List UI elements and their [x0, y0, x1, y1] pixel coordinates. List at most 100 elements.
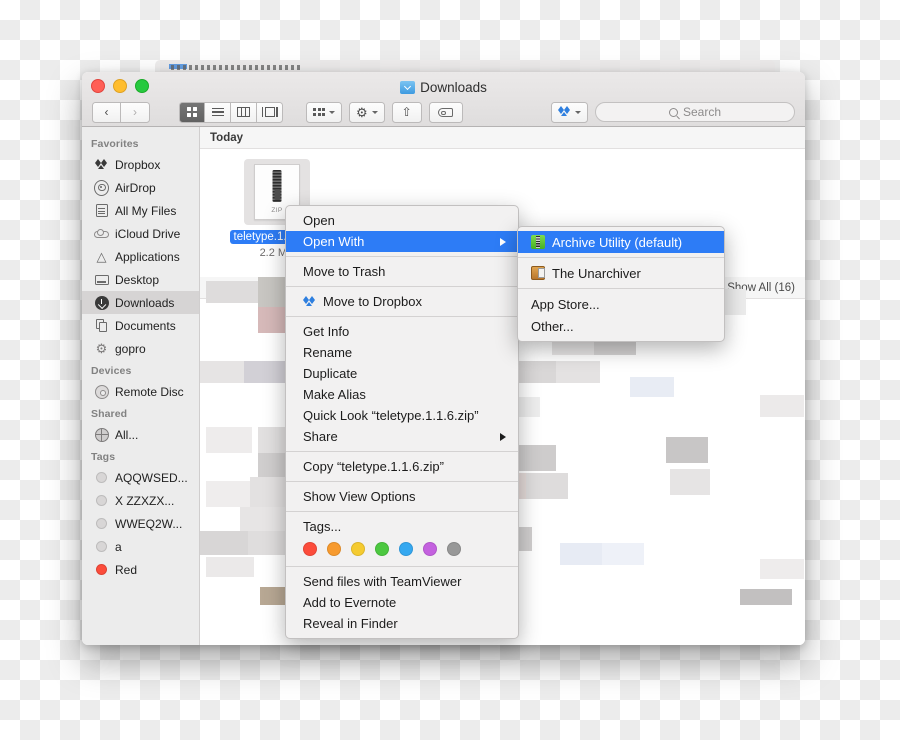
- sidebar-item-tag-wweq2w[interactable]: WWEQ2W...: [82, 512, 199, 535]
- archive-utility-icon: [531, 235, 545, 249]
- list-view-button[interactable]: [205, 102, 231, 123]
- menu-item-add-to-evernote[interactable]: Add to Evernote: [286, 592, 518, 613]
- tag-swatch-green[interactable]: [375, 542, 389, 556]
- tag-dot-icon: [94, 562, 109, 577]
- sidebar-section-devices-header: Devices: [82, 360, 199, 380]
- section-title: Today: [210, 132, 243, 144]
- sidebar-item-tag-a[interactable]: a: [82, 535, 199, 558]
- tag-swatch-purple[interactable]: [423, 542, 437, 556]
- sidebar-item-dropbox[interactable]: Dropbox: [82, 153, 199, 176]
- menu-item-label: Quick Look “teletype.1.1.6.zip”: [303, 408, 479, 423]
- sidebar-item-label: Dropbox: [115, 158, 160, 172]
- menu-item-label: Send files with TeamViewer: [303, 574, 462, 589]
- tag-dot-icon: [94, 516, 109, 531]
- globe-icon: [94, 427, 109, 442]
- sidebar-item-label: WWEQ2W...: [115, 517, 182, 531]
- dropbox-toolbar-button[interactable]: [551, 102, 588, 123]
- menu-item-open-with[interactable]: Open With: [286, 231, 518, 252]
- background-window-text: [171, 65, 301, 70]
- menu-item-show-view-options[interactable]: Show View Options: [286, 486, 518, 507]
- disc-icon: [94, 384, 109, 399]
- menu-item-open[interactable]: Open: [286, 210, 518, 231]
- applications-icon: △: [94, 249, 109, 264]
- sidebar-item-gopro[interactable]: ⚙ gopro: [82, 337, 199, 360]
- tag-swatch-orange[interactable]: [327, 542, 341, 556]
- sidebar-item-label: a: [115, 540, 122, 554]
- menu-separator: [518, 288, 724, 289]
- submenu-item-label: Other...: [531, 319, 574, 334]
- menu-item-duplicate[interactable]: Duplicate: [286, 363, 518, 384]
- tag-dot-icon: [94, 539, 109, 554]
- menu-item-copy[interactable]: Copy “teletype.1.1.6.zip”: [286, 456, 518, 477]
- airdrop-icon: [94, 180, 109, 195]
- submenu-item-label: App Store...: [531, 297, 600, 312]
- sidebar-item-applications[interactable]: △ Applications: [82, 245, 199, 268]
- menu-separator: [286, 481, 518, 482]
- menu-item-label: Add to Evernote: [303, 595, 396, 610]
- tag-swatch-red[interactable]: [303, 542, 317, 556]
- submenu-item-archive-utility[interactable]: Archive Utility (default): [518, 231, 724, 253]
- menu-item-label: Share: [303, 429, 338, 444]
- tag-swatch-yellow[interactable]: [351, 542, 365, 556]
- sidebar-item-remote-disc[interactable]: Remote Disc: [82, 380, 199, 403]
- arrange-by-button[interactable]: [306, 102, 342, 123]
- share-button[interactable]: ⇧: [392, 102, 422, 123]
- finder-sidebar: Favorites Dropbox AirDrop All My Files i…: [82, 127, 200, 645]
- column-view-button[interactable]: [231, 102, 257, 123]
- submenu-item-label: The Unarchiver: [552, 266, 641, 281]
- menu-item-get-info[interactable]: Get Info: [286, 321, 518, 342]
- search-icon: [669, 108, 678, 117]
- sidebar-item-tag-red[interactable]: Red: [82, 558, 199, 581]
- dropbox-icon: [558, 106, 571, 118]
- submenu-item-the-unarchiver[interactable]: The Unarchiver: [518, 262, 724, 284]
- submenu-item-other[interactable]: Other...: [518, 315, 724, 337]
- menu-item-move-to-dropbox[interactable]: Move to Dropbox: [286, 291, 518, 312]
- action-menu-button[interactable]: ⚙: [349, 102, 385, 123]
- forward-button[interactable]: ›: [121, 102, 150, 123]
- sidebar-item-icloud-drive[interactable]: iCloud Drive: [82, 222, 199, 245]
- menu-separator: [286, 511, 518, 512]
- menu-item-label: Get Info: [303, 324, 349, 339]
- sidebar-item-tag-x-zzxzx[interactable]: X ZZXZX...: [82, 489, 199, 512]
- sidebar-item-label: Remote Disc: [115, 385, 184, 399]
- menu-separator: [286, 316, 518, 317]
- sidebar-item-all-my-files[interactable]: All My Files: [82, 199, 199, 222]
- sidebar-item-label: AQQWSED...: [115, 471, 188, 485]
- sidebar-item-documents[interactable]: Documents: [82, 314, 199, 337]
- downloads-icon: [94, 295, 109, 310]
- menu-item-share[interactable]: Share: [286, 426, 518, 447]
- menu-item-rename[interactable]: Rename: [286, 342, 518, 363]
- menu-item-send-files-with-teamviewer[interactable]: Send files with TeamViewer: [286, 571, 518, 592]
- menu-item-tags[interactable]: Tags...: [286, 516, 518, 537]
- menu-item-make-alias[interactable]: Make Alias: [286, 384, 518, 405]
- menu-item-quick-look[interactable]: Quick Look “teletype.1.1.6.zip”: [286, 405, 518, 426]
- search-input[interactable]: Search: [595, 102, 795, 122]
- sidebar-item-airdrop[interactable]: AirDrop: [82, 176, 199, 199]
- tag-dot-icon: [94, 493, 109, 508]
- menu-item-label: Duplicate: [303, 366, 357, 381]
- submenu-item-app-store[interactable]: App Store...: [518, 293, 724, 315]
- tag-dot-icon: [94, 470, 109, 485]
- menu-item-label: Open: [303, 213, 335, 228]
- documents-icon: [94, 318, 109, 333]
- tag-icon: [438, 108, 453, 117]
- sidebar-item-downloads[interactable]: Downloads: [82, 291, 199, 314]
- tag-swatch-blue[interactable]: [399, 542, 413, 556]
- edit-tags-button[interactable]: [429, 102, 463, 123]
- menu-item-reveal-in-finder[interactable]: Reveal in Finder: [286, 613, 518, 634]
- window-titlebar: Downloads ‹ ›: [82, 72, 805, 127]
- coverflow-view-button[interactable]: [257, 102, 283, 123]
- sidebar-item-all-shared[interactable]: All...: [82, 423, 199, 446]
- icon-view-button[interactable]: [179, 102, 205, 123]
- sidebar-item-label: Applications: [115, 250, 180, 264]
- sidebar-item-desktop[interactable]: Desktop: [82, 268, 199, 291]
- sidebar-item-label: All...: [115, 428, 138, 442]
- tag-swatch-gray[interactable]: [447, 542, 461, 556]
- back-button[interactable]: ‹: [92, 102, 121, 123]
- sidebar-item-tag-aqqwsed[interactable]: AQQWSED...: [82, 466, 199, 489]
- menu-item-label: Show View Options: [303, 489, 416, 504]
- menu-item-move-to-trash[interactable]: Move to Trash: [286, 261, 518, 282]
- navigation-buttons: ‹ ›: [92, 102, 150, 123]
- list-icon: [212, 106, 224, 118]
- sidebar-item-label: iCloud Drive: [115, 227, 180, 241]
